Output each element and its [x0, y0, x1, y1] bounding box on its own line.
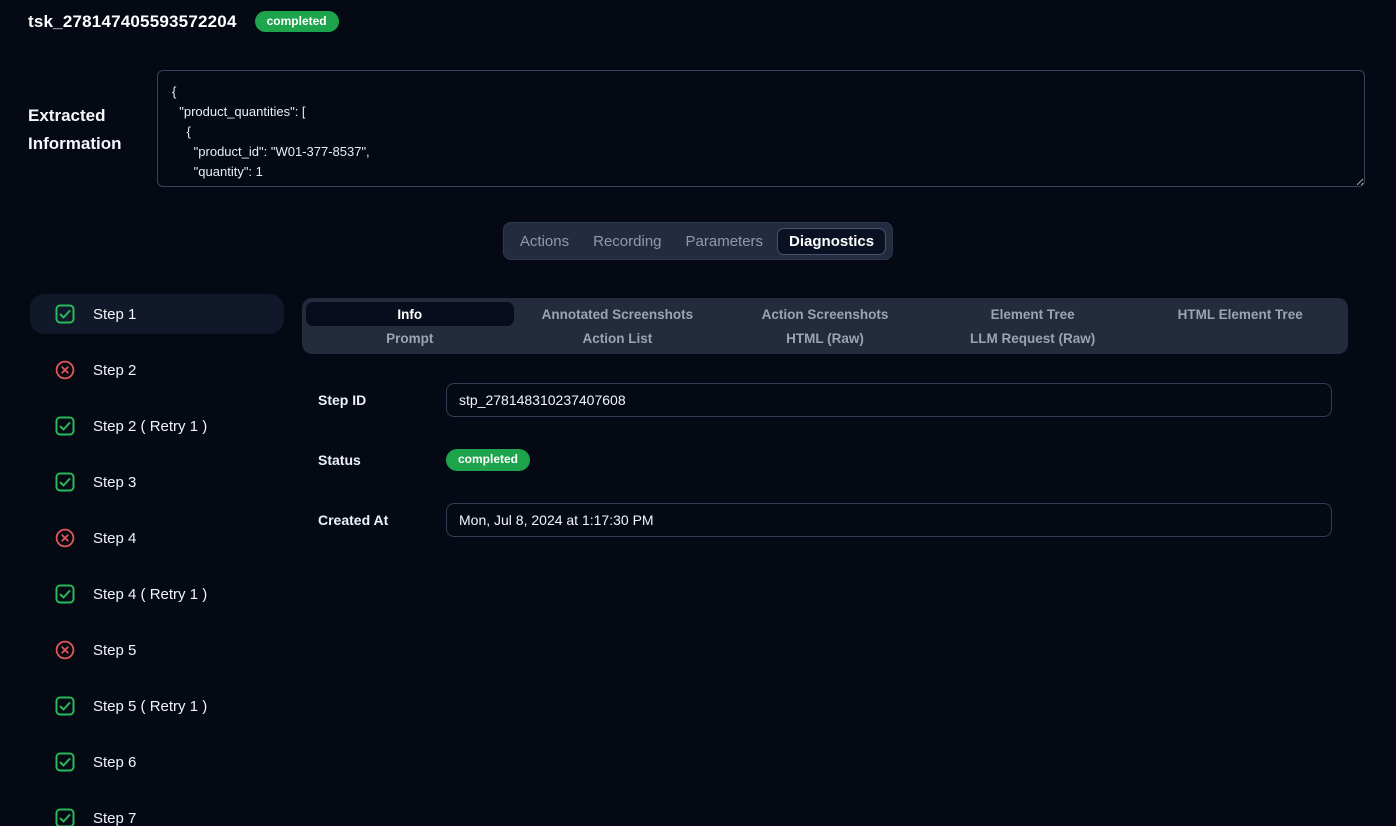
checkbox-check-icon	[55, 808, 75, 826]
created-at-input[interactable]	[446, 503, 1332, 537]
step-item-5[interactable]: Step 5	[30, 630, 284, 670]
diagnostics-subtab-bar: Info Annotated Screenshots Action Screen…	[302, 298, 1348, 354]
checkbox-check-icon	[55, 752, 75, 772]
circle-x-icon	[55, 640, 75, 660]
checkbox-check-icon	[55, 416, 75, 436]
step-item-2[interactable]: Step 2	[30, 350, 284, 390]
subtab-prompt[interactable]: Prompt	[306, 326, 514, 350]
subtab-html-element-tree[interactable]: HTML Element Tree	[1136, 302, 1344, 326]
subtab-info[interactable]: Info	[306, 302, 514, 326]
checkbox-check-icon	[55, 472, 75, 492]
step-label: Step 5	[93, 642, 136, 659]
step-label: Step 1	[93, 306, 136, 323]
step-label: Step 5 ( Retry 1 )	[93, 698, 207, 715]
created-at-row: Created At	[318, 503, 1332, 537]
circle-x-icon	[55, 528, 75, 548]
subtab-llm-request-raw[interactable]: LLM Request (Raw)	[929, 326, 1137, 350]
step-label: Step 2	[93, 362, 136, 379]
task-detail-page: tsk_278147405593572204 completed Extract…	[0, 0, 1396, 826]
header: tsk_278147405593572204 completed	[28, 11, 339, 32]
extracted-information-textarea[interactable]: { "product_quantities": [ { "product_id"…	[157, 70, 1365, 187]
subtab-element-tree[interactable]: Element Tree	[929, 302, 1137, 326]
step-id-label: Step ID	[318, 392, 446, 408]
status-row: Status completed	[318, 443, 1332, 477]
step-label: Step 4 ( Retry 1 )	[93, 586, 207, 603]
subtab-action-screenshots[interactable]: Action Screenshots	[721, 302, 929, 326]
step-info-panel: Step ID Status completed Created At	[318, 383, 1332, 537]
step-label: Step 2 ( Retry 1 )	[93, 418, 207, 435]
extracted-information-label: Extracted Information	[28, 102, 148, 158]
checkbox-check-icon	[55, 584, 75, 604]
checkbox-check-icon	[55, 696, 75, 716]
task-id-title: tsk_278147405593572204	[28, 12, 237, 32]
tab-diagnostics[interactable]: Diagnostics	[777, 228, 886, 255]
step-label: Step 7	[93, 810, 136, 826]
created-at-label: Created At	[318, 512, 446, 528]
main-tab-bar: Actions Recording Parameters Diagnostics	[503, 222, 893, 260]
step-status-badge: completed	[446, 449, 530, 470]
circle-x-icon	[55, 360, 75, 380]
steps-sidebar: Step 1 Step 2 Step 2 ( Retry 1 ) Step 3 …	[30, 294, 284, 826]
task-status-badge: completed	[255, 11, 339, 32]
step-item-1[interactable]: Step 1	[30, 294, 284, 334]
step-item-4[interactable]: Step 4	[30, 518, 284, 558]
step-label: Step 4	[93, 530, 136, 547]
tab-actions[interactable]: Actions	[510, 229, 579, 254]
step-item-7[interactable]: Step 7	[30, 798, 284, 826]
subtab-action-list[interactable]: Action List	[514, 326, 722, 350]
step-id-input[interactable]	[446, 383, 1332, 417]
step-item-5-retry-1[interactable]: Step 5 ( Retry 1 )	[30, 686, 284, 726]
step-item-3[interactable]: Step 3	[30, 462, 284, 502]
subtab-annotated-screenshots[interactable]: Annotated Screenshots	[514, 302, 722, 326]
tab-parameters[interactable]: Parameters	[676, 229, 774, 254]
tab-recording[interactable]: Recording	[583, 229, 671, 254]
step-label: Step 6	[93, 754, 136, 771]
checkbox-check-icon	[55, 304, 75, 324]
subtab-html-raw[interactable]: HTML (Raw)	[721, 326, 929, 350]
step-item-4-retry-1[interactable]: Step 4 ( Retry 1 )	[30, 574, 284, 614]
step-item-2-retry-1[interactable]: Step 2 ( Retry 1 )	[30, 406, 284, 446]
step-id-row: Step ID	[318, 383, 1332, 417]
step-label: Step 3	[93, 474, 136, 491]
status-label: Status	[318, 452, 446, 468]
step-item-6[interactable]: Step 6	[30, 742, 284, 782]
